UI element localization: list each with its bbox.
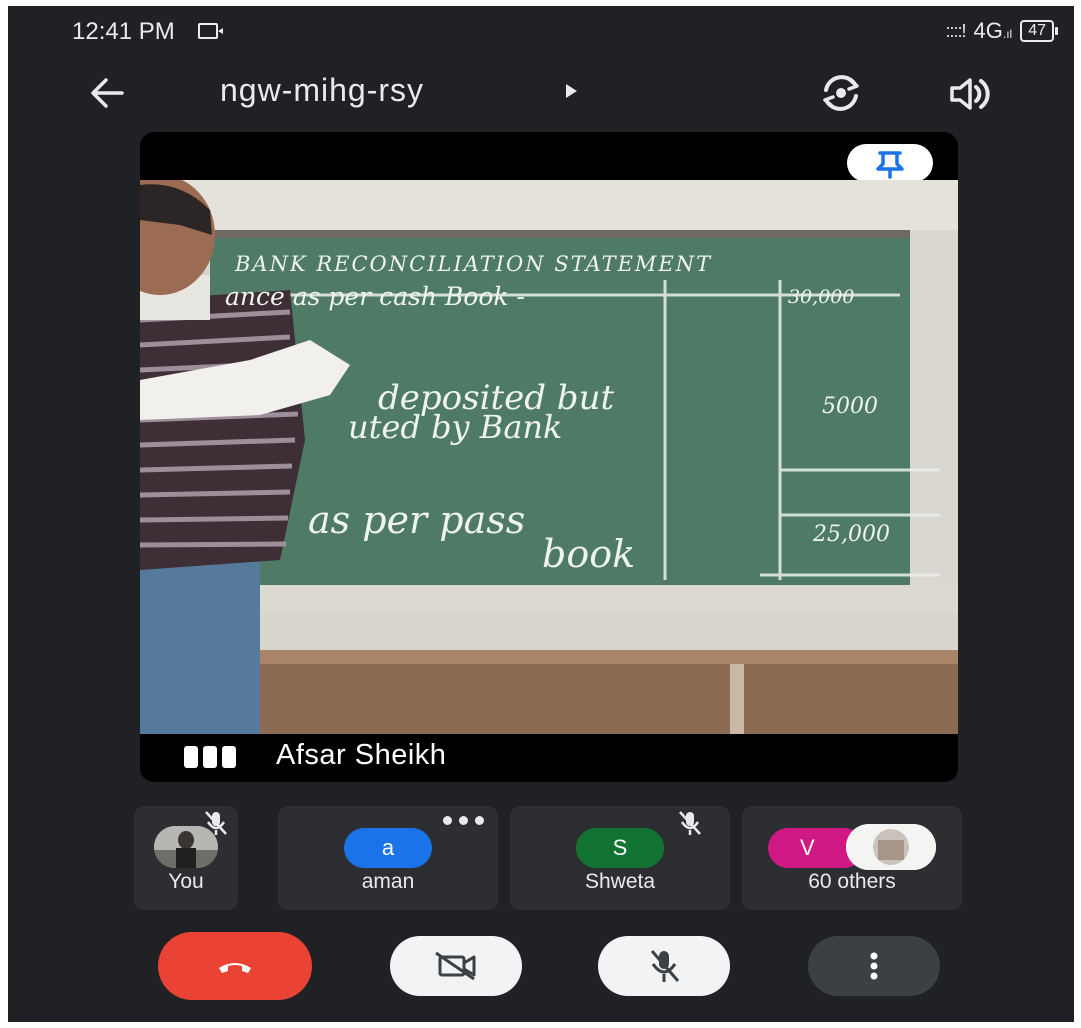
speaker-name: Afsar Sheikh (276, 739, 447, 771)
switch-camera-icon[interactable] (816, 70, 866, 116)
pin-button[interactable] (847, 144, 933, 182)
pin-icon (876, 151, 904, 179)
participant-tile-aman[interactable]: a aman (278, 806, 498, 910)
participant-name: aman (361, 870, 415, 893)
participant-tile-you[interactable]: You (134, 806, 238, 910)
board-line-3b: book (542, 532, 636, 576)
mic-off-icon (650, 950, 680, 982)
more-options-button[interactable] (808, 936, 940, 996)
video-feed: BANK RECONCILIATION STATEMENT ance as pe… (140, 180, 958, 734)
status-time: 12:41 PM (72, 18, 175, 45)
end-call-icon (219, 963, 251, 973)
call-header: ngw-mihg-rsy (8, 58, 1074, 130)
network-type: 4G.ıl (973, 18, 1013, 43)
more-vert-icon (870, 952, 878, 980)
board-line-3a: as per pass (308, 498, 526, 542)
speaker-label-bar: Afsar Sheikh (140, 734, 958, 782)
participant-name: 60 others (808, 870, 896, 893)
status-bar: 12:41 PM ::::! 4G.ıl 47 (8, 6, 1074, 58)
avatar-photo (846, 824, 936, 870)
play-arrow-icon[interactable] (566, 84, 577, 98)
avatar: S (576, 828, 664, 868)
participant-tile-others[interactable]: V 60 others (742, 806, 962, 910)
mic-toggle-button[interactable] (598, 936, 730, 996)
board-amount-2: 5000 (822, 394, 878, 419)
main-video-tile[interactable]: BANK RECONCILIATION STATEMENT ance as pe… (140, 132, 958, 782)
participant-name: Shweta (584, 870, 656, 893)
camera-off-icon (435, 951, 476, 981)
participant-tile-shweta[interactable]: S Shweta (510, 806, 730, 910)
board-amount-3: 25,000 (813, 522, 890, 547)
mic-off-icon (679, 811, 701, 835)
avatar (154, 826, 218, 868)
board-line-2b: uted by Bank (348, 408, 563, 446)
end-call-button[interactable] (158, 932, 312, 1000)
participant-name: You (168, 870, 204, 893)
audio-level-icon (184, 746, 236, 768)
avatar: a (344, 828, 432, 868)
speaker-icon[interactable] (946, 72, 994, 116)
board-heading: BANK RECONCILIATION STATEMENT (235, 252, 713, 276)
status-right: ::::! 4G.ıl 47 (945, 18, 1058, 44)
board-line-1: ance as per cash Book - (225, 282, 525, 311)
chalkboard-text: BANK RECONCILIATION STATEMENT ance as pe… (140, 180, 958, 734)
board-amount-1: 30,000 (788, 286, 855, 308)
back-arrow-icon[interactable] (84, 68, 134, 118)
signal-icon: ::::! (945, 20, 966, 41)
battery-icon: 47 (1020, 20, 1058, 42)
camera-toggle-button[interactable] (390, 936, 522, 996)
more-options-icon[interactable] (443, 816, 484, 825)
screen-record-icon (198, 23, 223, 39)
battery-level: 47 (1028, 22, 1046, 39)
meet-call-screen: 12:41 PM ::::! 4G.ıl 47 ngw-mihg-rsy BAN… (8, 6, 1074, 1022)
meeting-code[interactable]: ngw-mihg-rsy (220, 72, 424, 109)
